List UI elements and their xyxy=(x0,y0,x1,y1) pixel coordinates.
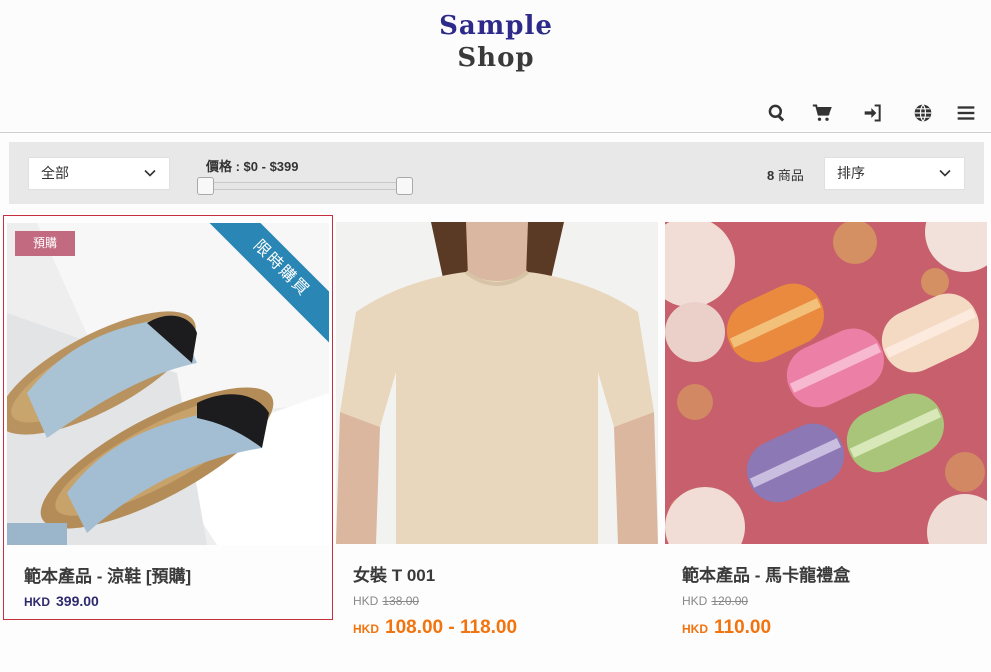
price-amount: 399.00 xyxy=(56,593,99,609)
category-select-value: 全部 xyxy=(41,165,69,181)
price-slider-min-handle[interactable] xyxy=(197,177,214,195)
product-image-tshirt[interactable] xyxy=(336,222,658,544)
sale-amount: 108.00 - 118.00 xyxy=(385,617,518,638)
header-toolbar xyxy=(0,100,991,126)
sort-select-value: 排序 xyxy=(837,165,865,181)
price-currency: HKD xyxy=(24,595,50,609)
site-header: Sample Shop xyxy=(0,0,991,133)
product-image-sandals[interactable]: 預購 限時購買 xyxy=(7,223,329,545)
product-card[interactable]: 範本產品 - 馬卡龍禮盒 HKD 120.00 HKD 110.00 xyxy=(662,215,991,655)
category-select[interactable]: 全部 xyxy=(28,157,170,190)
product-sale-price: HKD 110.00 xyxy=(682,617,771,639)
filter-bar: 全部 價格 : $0 - $399 8 商品 排序 xyxy=(9,142,984,204)
product-image-macarons[interactable] xyxy=(665,222,987,544)
sale-currency: HKD xyxy=(353,622,379,636)
sort-select[interactable]: 排序 xyxy=(824,157,965,190)
product-card[interactable]: 女裝 T 001 HKD 138.00 HKD 108.00 - 118.00 xyxy=(333,215,663,655)
logo[interactable]: Sample Shop xyxy=(436,10,556,74)
price-slider-max-handle[interactable] xyxy=(396,177,413,195)
chevron-down-icon xyxy=(144,169,156,177)
product-price: HKD 399.00 xyxy=(24,593,99,611)
product-original-price: HKD 120.00 xyxy=(682,592,748,610)
cart-icon[interactable] xyxy=(809,100,835,126)
product-title[interactable]: 範本產品 - 涼鞋 [預購] xyxy=(24,562,191,587)
product-count: 8 商品 xyxy=(767,165,804,184)
product-title[interactable]: 女裝 T 001 xyxy=(353,561,435,586)
product-count-number: 8 xyxy=(767,168,775,183)
price-slider-track[interactable] xyxy=(206,182,406,190)
product-title[interactable]: 範本產品 - 馬卡龍禮盒 xyxy=(682,561,850,586)
limited-ribbon: 限時購買 xyxy=(209,223,329,343)
orig-amount: 138.00 xyxy=(382,594,420,608)
product-count-unit: 商品 xyxy=(777,168,804,183)
product-original-price: HKD 138.00 xyxy=(353,592,419,610)
product-sale-price: HKD 108.00 - 118.00 xyxy=(353,617,517,639)
logo-line-1: Sample xyxy=(439,11,553,41)
orig-currency: HKD xyxy=(353,594,379,608)
orig-amount: 120.00 xyxy=(711,594,749,608)
chevron-down-icon xyxy=(939,169,951,177)
sale-currency: HKD xyxy=(682,622,708,636)
price-filter-label: 價格 : $0 - $399 xyxy=(206,159,299,174)
preorder-badge: 預購 xyxy=(15,231,75,256)
product-card[interactable]: 預購 限時購買 範本產品 - 涼鞋 [預購] HKD 399.00 xyxy=(3,215,333,620)
sale-amount: 110.00 xyxy=(714,617,772,638)
search-icon[interactable] xyxy=(764,100,790,126)
limited-ribbon-label: 限時購買 xyxy=(209,223,329,343)
login-icon[interactable] xyxy=(860,100,886,126)
globe-icon[interactable] xyxy=(910,100,936,126)
menu-icon[interactable] xyxy=(953,100,979,126)
orig-currency: HKD xyxy=(682,594,708,608)
logo-line-2: Shop xyxy=(457,43,535,73)
